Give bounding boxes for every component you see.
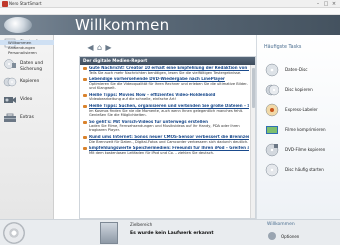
task-dvd-kopieren[interactable]: DVD-Filme kopieren [261,141,339,159]
news-headline-link[interactable]: Heiße Tipps: Suchen, organisieren und ve… [89,104,249,109]
task-disc-kopieren[interactable]: Disc kopieren [261,81,339,99]
data-disc-task-icon [265,63,279,77]
copy-disc-task-icon [265,84,279,96]
drive-section-label: Zielbereich [130,222,153,227]
copy-disc-icon [3,77,17,87]
task-label: Express-Labeler [285,107,318,112]
rss-bullet-icon [83,105,87,109]
task-label: DVD-Filme kopieren [285,147,326,152]
tasks-header: Häufigste Tasks [264,45,302,50]
feed-scrollbar-thumb[interactable] [252,68,255,108]
app-logo [4,17,32,33]
task-label: Disc häufig starten [285,167,324,172]
bottom-bar: Zielbereich Es wurde kein Laufwerk erkan… [0,219,340,245]
nero-disc-icon [3,222,25,244]
sidebar-item-personalisieren[interactable]: Personalisieren [0,50,54,55]
sidebar-label-extras: Extras [20,115,34,120]
film-compress-icon [266,126,278,134]
extras-toolbox-icon [4,113,16,122]
home-nav-icon[interactable]: ⌂ [95,43,104,52]
news-summary: Teils Sie auch mehr Nachrichten benötige… [89,70,242,75]
news-item: Empfehlungswerte Speichermedien: Freeund… [80,145,251,156]
video-camera-icon [4,97,16,103]
news-feed-list: Gute Nachricht! Creator 10 erhält eine E… [80,65,251,218]
minimize-icon[interactable]: – [314,1,322,7]
drive-icon[interactable] [100,222,118,244]
news-headline-link[interactable]: Rund ums Internet: Sonos neuer CMOS-Sens… [89,135,249,140]
rss-bullet-icon [83,120,87,124]
sidebar-item-kopieren[interactable]: Kopieren [0,74,54,90]
disc-launch-icon [265,163,279,177]
tasks-panel: Häufigste Tasks Daten-Disc Disc kopieren… [256,35,340,219]
rss-bullet-icon [83,78,87,82]
maximize-icon[interactable]: □ [322,1,330,7]
title-bar: Nero StartSmart – □ × [0,0,340,8]
news-summary: Laden Sie Filme, Fernsehsendungen und Mu… [89,124,240,133]
news-feed-panel: Der digitale Medien-Report Gute Nachrich… [79,56,256,219]
news-item: Rund ums Internet: Sonos neuer CMOS-Sens… [80,134,251,145]
drive-status: Es wurde kein Laufwerk erkannt [130,231,214,236]
news-item: Heiße Tipps: Movies Now – effizientes Vi… [80,92,251,103]
close-icon[interactable]: × [330,1,338,7]
news-summary: Optimieren Sie die Videoqualität für Ihr… [89,81,248,91]
options-icon[interactable] [268,232,276,240]
task-filme-komprimieren[interactable]: Filme komprimieren [261,121,339,139]
menu-bar: Datei Extras Ansicht Hilfe [0,8,340,24]
news-feed-header: Der digitale Medien-Report [80,57,255,65]
sidebar-label-kopieren: Kopieren [20,79,40,84]
rss-bullet-icon [83,93,87,97]
app-icon [2,1,8,7]
task-express-labeler[interactable]: Express-Labeler [261,101,339,119]
window-title: Nero StartSmart [9,1,42,6]
rss-bullet-icon [83,147,87,151]
labeler-icon [265,103,279,117]
bottom-welcome-label: Willkommen [267,222,295,227]
rss-bullet-icon [83,67,87,70]
main-content: ◀ ⌂ ▶ Der digitale Medien-Report Gute Na… [54,35,256,219]
back-arrow-icon[interactable]: ◀ [86,43,95,52]
news-headline-link[interactable]: Gute Nachricht! Creator 10 erhält eine E… [89,66,249,71]
data-disc-icon [4,59,16,69]
rss-bullet-icon [83,136,87,140]
sidebar: Startseite Willkommen Anwendungen Person… [0,35,54,219]
task-label: Disc kopieren [285,87,313,92]
news-summary: Videobearbeitung auf die schnelle, einfa… [89,97,177,102]
sidebar-item-video[interactable]: Video [0,92,54,108]
sidebar-label-daten: Daten und Sicherung [20,61,44,72]
sidebar-item-daten[interactable]: Daten und Sicherung [0,56,54,72]
news-item: Lebendige vorhersehende DVD-Wiedergabe n… [80,76,251,91]
task-label: Filme komprimieren [285,127,326,132]
news-summary: Mit dem kostenlosen Leitfaden für iPod u… [89,150,215,155]
page-title: Willkommen [75,16,170,34]
options-button[interactable]: Optionen [281,234,299,239]
navigation-row: ◀ ⌂ ▶ [86,43,126,53]
news-summary: Die Brennzeit für Daten-, Digital-Fotos … [89,139,249,144]
task-daten-disc[interactable]: Daten-Disc [261,61,339,79]
dvd-copy-icon [265,143,279,157]
task-disc-starten[interactable]: Disc häufig starten [261,161,339,179]
news-item: So geht's: Mit Vorsch-Videos für unterwe… [80,119,251,134]
forward-arrow-icon[interactable]: ▶ [104,43,113,52]
news-item: Gute Nachricht! Creator 10 erhält eine E… [80,65,251,76]
feed-scrollbar[interactable] [250,65,255,218]
sidebar-item-extras[interactable]: Extras [0,110,54,126]
news-summary: Im Kosmos finden Sie nie die Momente, au… [89,108,244,117]
news-item: Heiße Tipps: Suchen, organisieren und ve… [80,103,251,118]
header-banner: Willkommen [0,15,340,35]
sidebar-label-video: Video [20,97,33,102]
task-label: Daten-Disc [285,67,308,72]
